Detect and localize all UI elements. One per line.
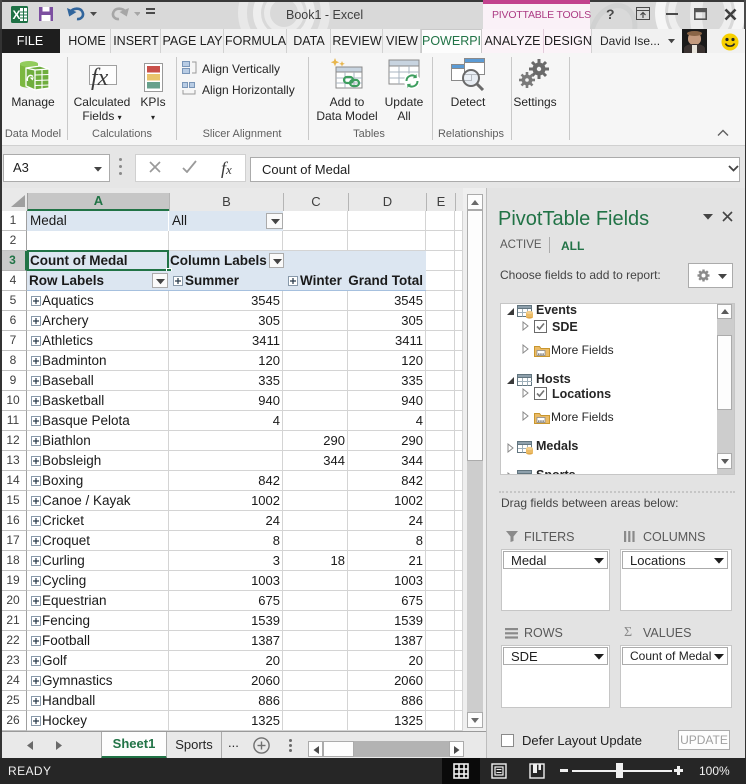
svg-text:fx: fx [91,65,109,90]
